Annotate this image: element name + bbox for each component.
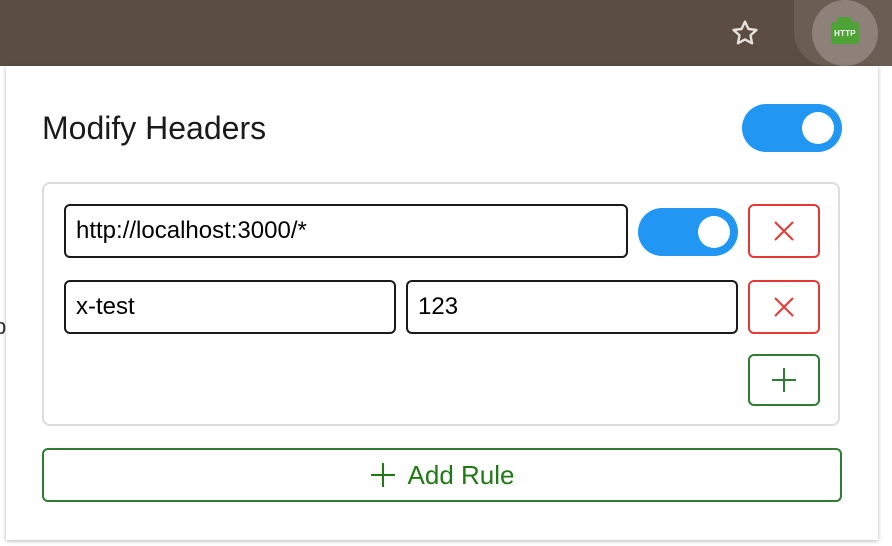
close-icon [774, 297, 794, 317]
star-icon [732, 20, 758, 45]
toggle-knob [802, 112, 834, 144]
add-header-button[interactable] [748, 354, 820, 406]
add-rule-label: Add Rule [407, 459, 515, 490]
bookmark-star-button[interactable] [724, 12, 766, 54]
popup-title: Modify Headers [42, 110, 267, 146]
add-rule-button[interactable]: Add Rule [42, 448, 842, 502]
extension-icon-label: HTTP [834, 28, 856, 38]
global-enable-toggle[interactable] [742, 104, 842, 152]
plus-icon [370, 463, 395, 487]
close-icon [774, 221, 794, 241]
extension-button[interactable]: HTTP [812, 0, 878, 66]
header-name-input[interactable]: x-test [64, 280, 396, 334]
header-value-input[interactable]: 123 [406, 280, 738, 334]
browser-toolbar: HTTP [0, 0, 892, 66]
delete-header-button[interactable] [748, 280, 820, 334]
http-extension-icon: HTTP [831, 17, 859, 44]
rule-enable-toggle[interactable] [638, 208, 738, 256]
url-pattern-input[interactable]: http://localhost:3000/* [64, 204, 628, 258]
toggle-knob [698, 216, 730, 248]
extension-popup: Modify Headers http://localhost:3000/* x… [6, 66, 878, 540]
plus-icon [772, 368, 796, 392]
delete-rule-button[interactable] [748, 204, 820, 258]
